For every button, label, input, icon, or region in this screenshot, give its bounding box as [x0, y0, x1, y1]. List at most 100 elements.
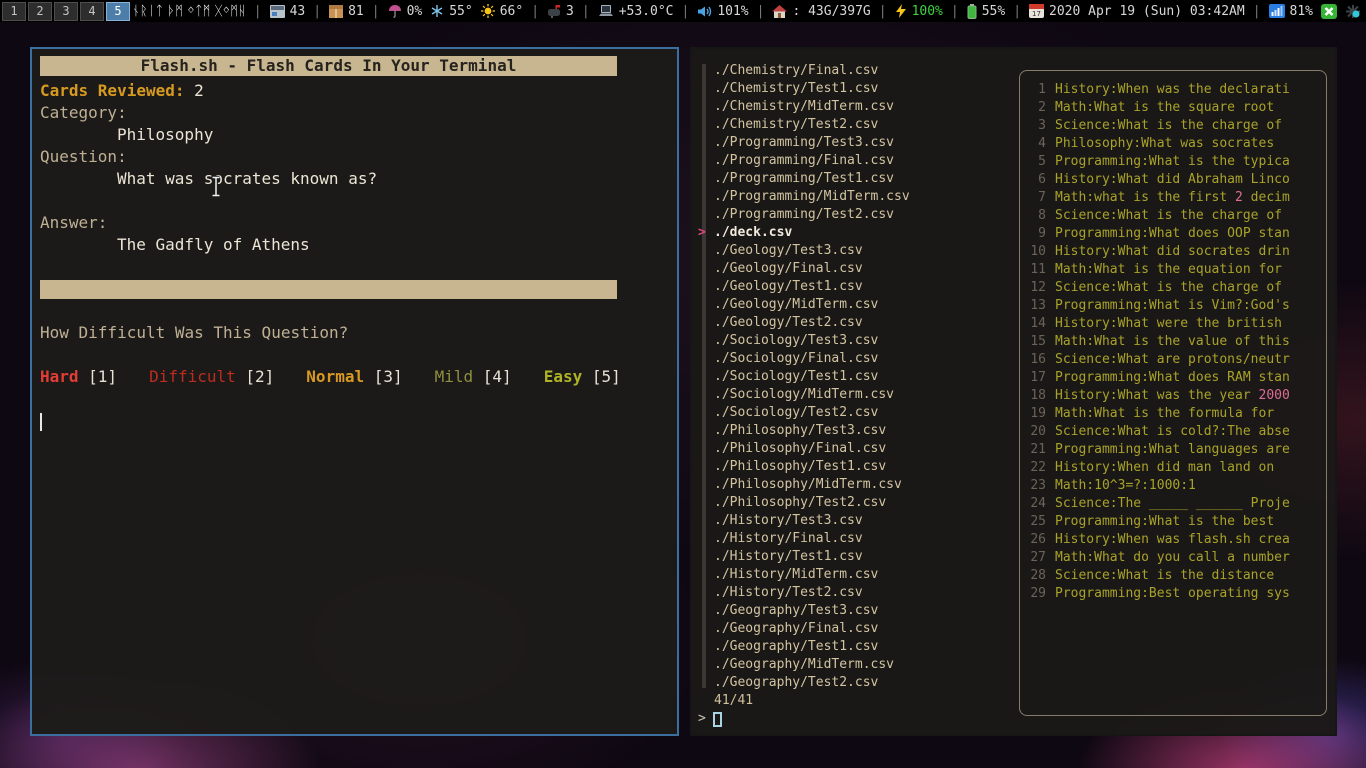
file-name: ./Geology/MidTerm.csv [714, 297, 878, 312]
umbrella-icon [388, 4, 402, 18]
workspace-button-1[interactable]: 1 [2, 2, 26, 21]
status-separator: | [254, 4, 262, 19]
window-icon [270, 5, 285, 18]
file-name: ./Sociology/Test2.csv [714, 405, 878, 420]
line-text: History:When did man land on [1055, 460, 1274, 475]
file-name: ./Programming/Test3.csv [714, 135, 894, 150]
preview-line: 13 Programming:What is Vim?:God's [1026, 297, 1320, 315]
line-number: 1 [1026, 81, 1046, 99]
mouse-ibeam-cursor [209, 175, 223, 198]
status-label: 101% [717, 4, 748, 19]
workspace-button-4[interactable]: 4 [80, 2, 104, 21]
line-number: 26 [1026, 531, 1046, 549]
line-text: Math:What is the formula for [1055, 406, 1274, 421]
svg-text:17: 17 [1032, 10, 1041, 18]
difficulty-option-easy[interactable]: Easy [5] [544, 366, 621, 388]
line-text: Programming:What does OOP stan [1055, 226, 1290, 241]
status-label: 3 [566, 4, 574, 19]
file-name: ./Philosophy/MidTerm.csv [714, 477, 902, 492]
file-name: ./Geography/Test1.csv [714, 639, 878, 654]
line-text: Programming:What is Vim?:God's [1055, 298, 1290, 313]
preview-line: 28Science:What is the distance [1026, 567, 1320, 585]
preview-line: 16Science:What are protons/neutr [1026, 351, 1320, 369]
laptop-status: +53.0°C [598, 4, 674, 19]
file-name: ./Programming/Final.csv [714, 153, 894, 168]
status-separator: | [951, 4, 959, 19]
file-name: ./Geology/Test2.csv [714, 315, 863, 330]
status-separator: | [879, 4, 887, 19]
line-text: Programming:What is the best [1055, 514, 1274, 529]
line-number: 20 [1026, 423, 1046, 441]
difficulty-option-difficult[interactable]: Difficult [2] [149, 366, 274, 388]
line-text: Math:What do you call a number [1055, 550, 1290, 565]
line-number: 24 [1026, 495, 1046, 513]
line-number: 4 [1026, 135, 1046, 153]
line-number: 17 [1026, 369, 1046, 387]
status-separator: | [681, 4, 689, 19]
difficulty-key: [2] [236, 367, 275, 386]
status-label: 66° [500, 4, 523, 19]
speaker-icon [697, 5, 712, 18]
preview-line: 4Philosophy:What was socrates [1026, 135, 1320, 153]
workspace-button-2[interactable]: 2 [28, 2, 52, 21]
question-value: What was socrates known as? [40, 168, 669, 190]
difficulty-label: Difficult [149, 367, 236, 386]
status-separator: | [313, 4, 321, 19]
preview-line: 26History:When was flash.sh crea [1026, 531, 1320, 549]
x-icon [1321, 4, 1337, 19]
line-number: 13 [1026, 297, 1046, 315]
preview-line: 5Programming:What is the typica [1026, 153, 1320, 171]
preview-line: 11Math:What is the equation for [1026, 261, 1320, 279]
preview-line: 12Science:What is the charge of [1026, 279, 1320, 297]
status-separator: | [1013, 4, 1021, 19]
tray-status[interactable] [1345, 4, 1361, 19]
question-label: Question: [40, 146, 669, 168]
file-name: ./Sociology/Test3.csv [714, 333, 878, 348]
line-number: 2 [1026, 99, 1046, 117]
workspace-button-3[interactable]: 3 [54, 2, 78, 21]
difficulty-option-normal[interactable]: Normal [3] [306, 366, 402, 388]
line-text: Science:What is the charge of [1055, 118, 1282, 133]
status-label: 2020 Apr 19 (Sun) 03:42AM [1049, 4, 1245, 19]
line-text: Science:What is cold?:The abse [1055, 424, 1290, 439]
line-number: 19 [1026, 405, 1046, 423]
status-separator: | [372, 4, 380, 19]
fzf-window[interactable]: ./Chemistry/Final.csv./Chemistry/Test1.c… [690, 47, 1337, 736]
difficulty-prompt: How Difficult Was This Question? [40, 322, 669, 344]
file-name: ./Philosophy/Test1.csv [714, 459, 886, 474]
line-number: 27 [1026, 549, 1046, 567]
file-name: ./Geography/MidTerm.csv [714, 657, 894, 672]
workspace-button-5[interactable]: 5 [106, 2, 130, 21]
difficulty-key: [3] [364, 367, 403, 386]
line-text: Science:What is the distance [1055, 568, 1274, 583]
separator-bar [40, 280, 617, 299]
calendar-icon: 17 [1029, 4, 1044, 18]
prompt-symbol: > [698, 710, 706, 728]
preview-line: 7Math:what is the first 2 decim [1026, 189, 1320, 207]
preview-line: 2Math:What is the square root [1026, 99, 1320, 117]
cards-reviewed-value: 2 [194, 81, 204, 100]
preview-line: 9Programming:What does OOP stan [1026, 225, 1320, 243]
line-number: 16 [1026, 351, 1046, 369]
file-name: ./Programming/MidTerm.csv [714, 189, 910, 204]
line-number: 3 [1026, 117, 1046, 135]
snowflake-status: 55° [430, 4, 472, 19]
x-status[interactable] [1321, 4, 1337, 19]
line-text: Programming:What is the typica [1055, 154, 1290, 169]
line-number: 21 [1026, 441, 1046, 459]
preview-line: 6History:What did Abraham Linco [1026, 171, 1320, 189]
preview-line: 19 Math:What is the formula for [1026, 405, 1320, 423]
line-number: 6 [1026, 171, 1046, 189]
snowflake-icon [430, 4, 444, 18]
home-status: : 43G/397G [772, 4, 870, 19]
line-text: Science:The _____ ______ Proje [1055, 496, 1290, 511]
line-number: 10 [1026, 243, 1046, 261]
difficulty-key: [4] [473, 367, 512, 386]
sun-icon [481, 4, 495, 18]
file-name: ./Programming/Test2.csv [714, 207, 894, 222]
difficulty-option-hard[interactable]: Hard [1] [40, 366, 117, 388]
selection-pointer-icon: > [698, 224, 706, 242]
flash-window[interactable]: Flash.sh - Flash Cards In Your Terminal … [30, 47, 679, 736]
difficulty-option-mild[interactable]: Mild [4] [435, 366, 512, 388]
line-number: 8 [1026, 207, 1046, 225]
